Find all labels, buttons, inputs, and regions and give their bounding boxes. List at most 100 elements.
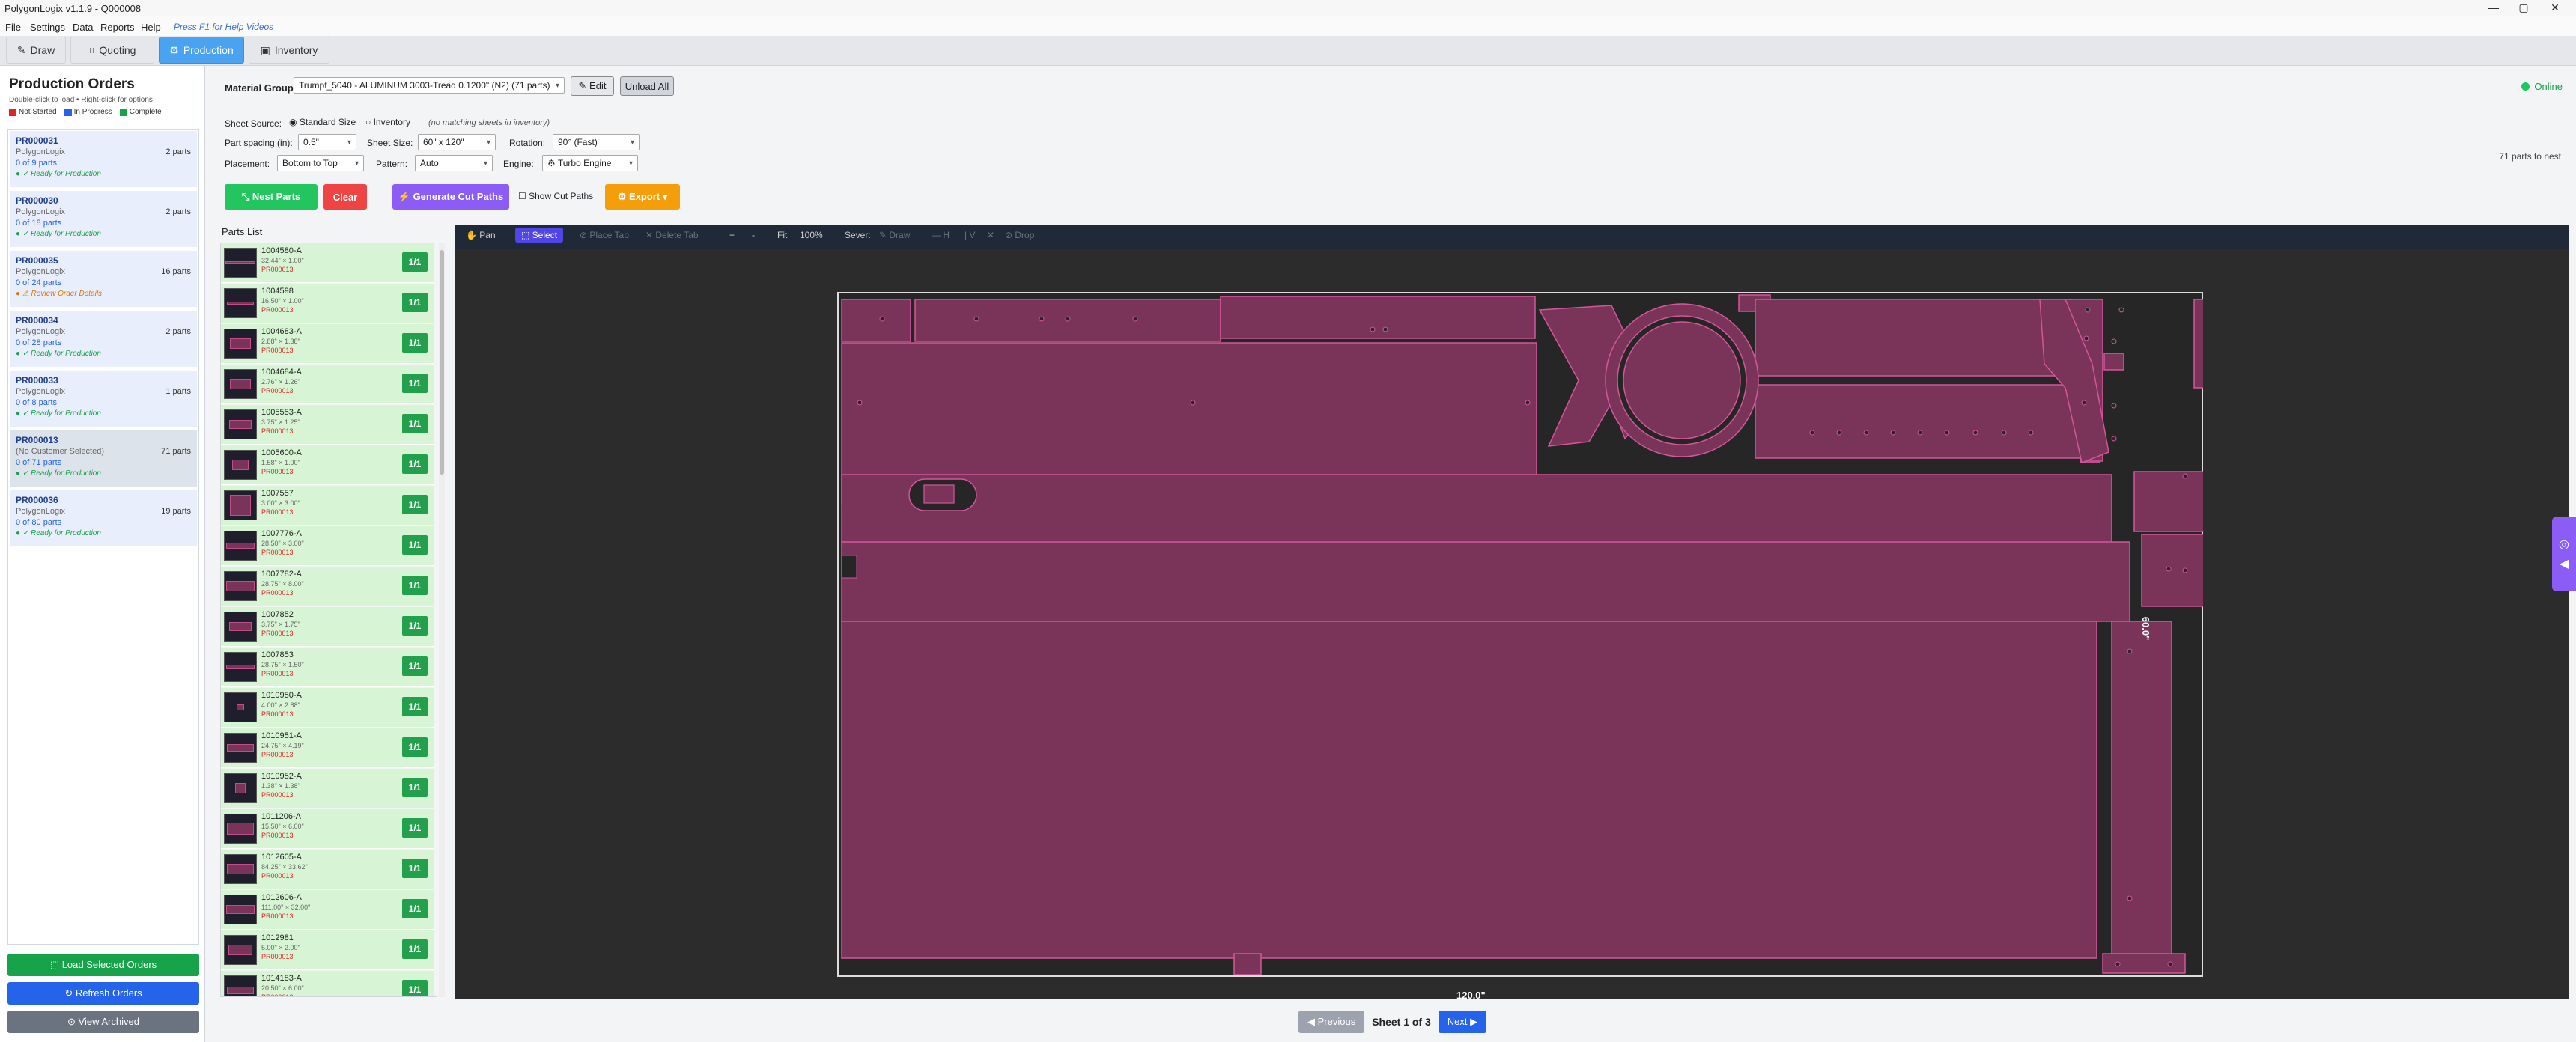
side-panel-toggle[interactable]: ◎ ◀ — [2552, 517, 2576, 591]
part-hole[interactable] — [2001, 430, 2007, 436]
part-hole[interactable] — [973, 316, 979, 322]
part-hole[interactable] — [2083, 335, 2089, 341]
part-hole[interactable] — [2166, 566, 2172, 572]
part-hole[interactable] — [2111, 403, 2117, 409]
part-row[interactable]: 1010952-A 1.38" × 1.38" PR000013 1/1 — [221, 769, 434, 808]
part-row[interactable]: 1011206-A 15.50" × 6.00" PR000013 1/1 — [221, 809, 434, 849]
part-hole[interactable] — [1917, 430, 1923, 436]
part-hole[interactable] — [1972, 430, 1978, 436]
order-item[interactable]: PR000033 PolygonLogix 0 of 8 parts ● ✓ R… — [10, 371, 197, 427]
nested-part[interactable] — [841, 299, 911, 342]
load-selected-orders-button[interactable]: ⬚ Load Selected Orders — [7, 954, 199, 976]
part-hole[interactable] — [857, 400, 863, 406]
nested-part[interactable] — [841, 555, 857, 579]
tab-quoting[interactable]: ⌗ Quoting — [70, 37, 154, 64]
part-row[interactable]: 1007557 3.00" × 3.00" PR000013 1/1 — [221, 486, 434, 525]
view-archived-button[interactable]: ⊙ View Archived — [7, 1011, 199, 1033]
order-item[interactable]: PR000031 PolygonLogix 0 of 9 parts ● ✓ R… — [10, 131, 197, 188]
part-row[interactable]: 1010950-A 4.00" × 2.88" PR000013 1/1 — [221, 688, 434, 728]
tab-production[interactable]: ⚙ Production — [159, 37, 244, 64]
order-item[interactable]: PR000036 PolygonLogix 0 of 80 parts ● ✓ … — [10, 490, 197, 547]
part-row[interactable]: 1007782-A 28.75" × 8.00" PR000013 1/1 — [221, 567, 434, 606]
part-row[interactable]: 1007852 3.75" × 1.75" PR000013 1/1 — [221, 607, 434, 647]
tab-inventory[interactable]: ▣ Inventory — [249, 37, 329, 64]
parts-list-scrollbar[interactable] — [439, 243, 445, 997]
part-hole[interactable] — [1039, 316, 1045, 322]
order-item[interactable]: PR000030 PolygonLogix 0 of 18 parts ● ✓ … — [10, 191, 197, 248]
nested-sheet[interactable] — [837, 292, 2203, 977]
part-hole[interactable] — [1382, 326, 1388, 332]
part-hole[interactable] — [1370, 326, 1376, 332]
menu-reports[interactable]: Reports — [100, 22, 135, 33]
part-hole[interactable] — [1836, 430, 1842, 436]
order-item[interactable]: PR000034 PolygonLogix 0 of 28 parts ● ✓ … — [10, 311, 197, 368]
select-tool-button[interactable]: ⬚ Select — [515, 228, 564, 243]
part-row[interactable]: 1005553-A 3.75" × 1.25" PR000013 1/1 — [221, 405, 434, 445]
nested-part[interactable] — [2133, 471, 2203, 532]
engine-select[interactable]: ⚙ Turbo Engine — [542, 155, 638, 171]
part-hole[interactable] — [2081, 400, 2087, 406]
part-row[interactable]: 1007776-A 28.50" × 3.00" PR000013 1/1 — [221, 526, 434, 566]
place-tab-button[interactable]: ⊘ Place Tab — [580, 230, 629, 240]
part-hole[interactable] — [2127, 648, 2133, 654]
inventory-radio[interactable]: ○ Inventory — [365, 117, 410, 127]
part-hole[interactable] — [879, 316, 885, 322]
tab-draw[interactable]: ✎ Draw — [6, 37, 66, 64]
part-hole[interactable] — [1132, 316, 1138, 322]
part-hole[interactable] — [2127, 895, 2133, 901]
material-group-select[interactable]: Trumpf_5040 - ALUMINUM 3003-Tread 0.1200… — [294, 77, 565, 94]
nested-part[interactable] — [2193, 299, 2203, 389]
nested-part[interactable] — [923, 484, 955, 504]
next-sheet-button[interactable]: Next ▶ — [1438, 1011, 1487, 1033]
nested-part[interactable] — [1755, 384, 2086, 459]
part-hole[interactable] — [2028, 430, 2034, 436]
previous-sheet-button[interactable]: ◀ Previous — [1298, 1011, 1365, 1033]
part-hole[interactable] — [1065, 316, 1071, 322]
pan-tool-button[interactable]: ✋ Pan — [466, 230, 496, 240]
part-hole[interactable] — [2118, 307, 2124, 313]
part-row[interactable]: 1012981 5.00" × 2.00" PR000013 1/1 — [221, 930, 434, 970]
nested-part[interactable] — [1755, 299, 2062, 377]
nested-part[interactable] — [2141, 534, 2203, 607]
part-row[interactable]: 1014183-A 20.50" × 6.00" PR000013 1/1 — [221, 971, 434, 996]
edit-button[interactable]: ✎ Edit — [571, 76, 614, 96]
refresh-orders-button[interactable]: ↻ Refresh Orders — [7, 982, 199, 1005]
maximize-button[interactable]: ▢ — [2509, 1, 2539, 14]
nested-part[interactable] — [2102, 953, 2186, 974]
menu-help[interactable]: Help — [141, 22, 161, 33]
zoom-out-button[interactable]: - — [752, 230, 755, 240]
standard-size-radio[interactable]: ◉ Standard Size — [289, 117, 356, 127]
part-hole[interactable] — [2111, 436, 2117, 442]
generate-cut-paths-button[interactable]: ⚡ Generate Cut Paths — [392, 184, 509, 210]
nest-viewer[interactable]: ✋ Pan ⬚ Select ⊘ Place Tab ✕ Delete Tab … — [455, 225, 2569, 1001]
part-hole[interactable] — [2167, 961, 2173, 967]
part-row[interactable]: 1012605-A 84.25" × 33.62" PR000013 1/1 — [221, 850, 434, 889]
part-row[interactable]: 1004684-A 2.76" × 1.26" PR000013 1/1 — [221, 365, 434, 404]
order-item[interactable]: PR000035 PolygonLogix 0 of 24 parts ● ⚠ … — [10, 251, 197, 308]
part-row[interactable]: 1005600-A 1.58" × 1.00" PR000013 1/1 — [221, 445, 434, 485]
part-hole[interactable] — [1525, 400, 1531, 406]
menu-data[interactable]: Data — [73, 22, 93, 33]
sheet-size-select[interactable]: 60" x 120" — [418, 134, 496, 150]
part-row[interactable]: 1012606-A 111.00" × 32.00" PR000013 1/1 — [221, 890, 434, 930]
part-hole[interactable] — [2111, 338, 2117, 344]
sever-clear-button[interactable]: ✕ — [987, 230, 994, 240]
part-row[interactable]: 1007853 28.75" × 1.50" PR000013 1/1 — [221, 648, 434, 687]
part-row[interactable]: 1004580-A 32.44" × 1.00" PR000013 1/1 — [221, 243, 434, 283]
parts-list[interactable]: 1004580-A 32.44" × 1.00" PR000013 1/1 10… — [220, 243, 437, 997]
show-cut-paths-checkbox[interactable]: ☐ Show Cut Paths — [518, 191, 593, 201]
nested-part[interactable] — [841, 621, 2097, 959]
nested-part[interactable] — [2103, 353, 2124, 371]
unload-all-button[interactable]: Unload All — [620, 76, 674, 96]
order-item[interactable]: PR000013 (No Customer Selected) 0 of 71 … — [10, 430, 197, 487]
part-hole[interactable] — [1809, 430, 1815, 436]
rotation-select[interactable]: 90° (Fast) — [553, 134, 640, 150]
part-row[interactable]: 1004598 16.50" × 1.00" PR000013 1/1 — [221, 284, 434, 323]
part-row[interactable]: 1010951-A 24.75" × 4.19" PR000013 1/1 — [221, 728, 434, 768]
scrollbar-thumb[interactable] — [440, 250, 444, 475]
nested-part[interactable] — [1233, 953, 1262, 975]
menu-settings[interactable]: Settings — [30, 22, 65, 33]
part-hole[interactable] — [2182, 473, 2188, 479]
nested-part[interactable] — [1623, 321, 1741, 439]
part-hole[interactable] — [2182, 567, 2188, 573]
